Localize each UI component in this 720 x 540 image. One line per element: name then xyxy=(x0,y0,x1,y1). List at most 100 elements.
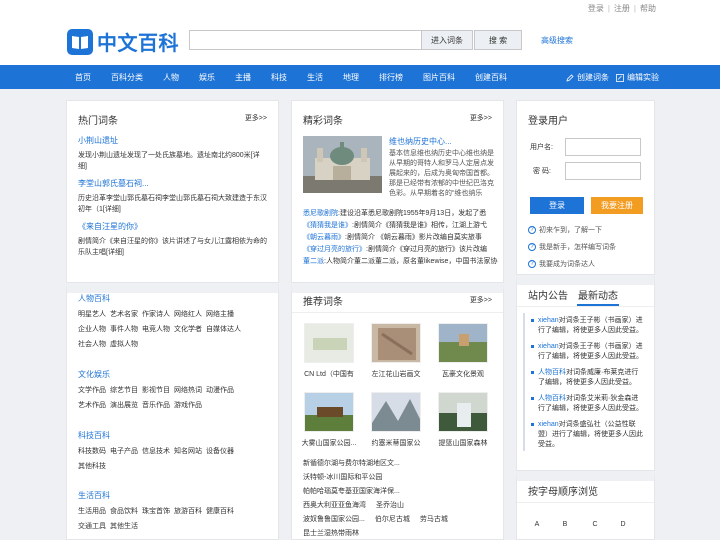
letter-d[interactable]: D xyxy=(615,518,631,532)
nav-streamers[interactable]: 主播 xyxy=(235,72,251,83)
category-tag[interactable]: 科技数码 xyxy=(78,448,106,455)
nav-life[interactable]: 生活 xyxy=(307,72,323,83)
featured-more-link[interactable]: 更多>> xyxy=(470,113,492,123)
recommend-link[interactable]: 波奴鲁鲁国家公园... xyxy=(303,516,365,523)
category-tag[interactable]: 食品饮料 xyxy=(110,508,138,515)
category-tag[interactable]: 游戏作品 xyxy=(174,402,202,409)
notice-user[interactable]: xiehan xyxy=(538,343,559,350)
nav-rankings[interactable]: 排行榜 xyxy=(379,72,403,83)
recommend-more-link[interactable]: 更多>> xyxy=(470,295,492,305)
category-tag[interactable]: 音乐作品 xyxy=(142,402,170,409)
edit-lab-link[interactable]: 编辑实验 xyxy=(616,72,659,83)
recommend-cell[interactable]: 左江花山岩画文 xyxy=(365,323,427,379)
featured-line-key[interactable]: 《朝云暮雨》 xyxy=(303,234,345,241)
featured-line-key[interactable]: 悉尼歌剧院 xyxy=(303,210,338,217)
search-button[interactable]: 搜 索 xyxy=(474,30,522,50)
featured-image[interactable] xyxy=(303,136,382,193)
notice-user[interactable]: xiehan xyxy=(538,421,559,428)
category-tag[interactable]: 网络热词 xyxy=(174,387,202,394)
category-tag[interactable]: 电子产品 xyxy=(110,448,138,455)
hot-item-title[interactable]: 小荆山遗址 xyxy=(78,136,118,145)
login-link[interactable]: 登录 xyxy=(588,4,604,13)
help-link-intro[interactable]: ? 初来乍到，了解一下 xyxy=(528,225,602,235)
recommend-link[interactable]: 昆士兰湿热带雨林 xyxy=(303,530,359,537)
category-tag[interactable]: 其他生活 xyxy=(110,523,138,530)
notice-user[interactable]: xiehan xyxy=(538,317,559,324)
nav-create-wiki[interactable]: 创建百科 xyxy=(475,72,507,83)
password-input[interactable] xyxy=(565,162,641,180)
category-tag[interactable]: 动漫作品 xyxy=(206,387,234,394)
featured-line-key[interactable]: 董二派 xyxy=(303,258,324,265)
recommend-cell[interactable]: 约塞米蒂国家公 xyxy=(365,392,427,448)
category-tag[interactable]: 明星艺人 xyxy=(78,311,106,318)
tab-latest[interactable]: 最新动态 xyxy=(578,291,618,302)
notice-user[interactable]: 人物百科 xyxy=(538,395,566,402)
category-tag[interactable]: 企业人物 xyxy=(78,326,106,333)
notice-user[interactable]: 人物百科 xyxy=(538,369,566,376)
featured-main-title[interactable]: 维也纳历史中心... xyxy=(389,136,452,147)
category-heading[interactable]: 人物百科 xyxy=(78,293,110,304)
category-tag[interactable]: 综艺节目 xyxy=(110,387,138,394)
nav-geography[interactable]: 地理 xyxy=(343,72,359,83)
category-tag[interactable]: 知名网站 xyxy=(174,448,202,455)
recommend-link[interactable]: 沃特顿-冰川国际和平公园 xyxy=(303,474,382,481)
create-entry-link[interactable]: 创建词条 xyxy=(566,72,609,83)
help-link-newbie[interactable]: ? 我是新手，怎样编写词条 xyxy=(528,242,616,252)
category-tag[interactable]: 网络红人 xyxy=(174,311,202,318)
category-tag[interactable]: 珠宝首饰 xyxy=(142,508,170,515)
category-tag[interactable]: 旅游百科 xyxy=(174,508,202,515)
tab-announcements[interactable]: 站内公告 xyxy=(528,291,568,302)
help-link[interactable]: 帮助 xyxy=(640,4,656,13)
letter-a[interactable]: A xyxy=(529,518,545,532)
category-tag[interactable]: 作家诗人 xyxy=(142,311,170,318)
login-button[interactable]: 登录 xyxy=(530,197,584,214)
letter-c[interactable]: C xyxy=(587,518,603,532)
recommend-cell[interactable]: 提篮山国家森林 xyxy=(432,392,494,448)
category-heading[interactable]: 文化娱乐 xyxy=(78,369,110,380)
enter-entry-button[interactable]: 进入词条 xyxy=(421,30,473,50)
recommend-link[interactable]: 圣乔治山 xyxy=(376,502,404,509)
recommend-cell[interactable]: 瓦豪文化景观 xyxy=(432,323,494,379)
recommend-cell[interactable]: CN Ltd（中国有 xyxy=(298,323,360,379)
featured-line-key[interactable]: 《猜猜我是谁》 xyxy=(303,222,352,229)
category-tag[interactable]: 艺术作品 xyxy=(78,402,106,409)
nav-tech[interactable]: 科技 xyxy=(271,72,287,83)
category-tag[interactable]: 事件人物 xyxy=(110,326,138,333)
category-tag[interactable]: 演出展览 xyxy=(110,402,138,409)
recommend-link[interactable]: 劳马古城 xyxy=(420,516,448,523)
category-tag[interactable]: 其他科技 xyxy=(78,463,106,470)
hot-more-link[interactable]: 更多>> xyxy=(245,113,267,123)
category-tag[interactable]: 设备仪器 xyxy=(206,448,234,455)
username-input[interactable] xyxy=(565,138,641,156)
category-tag[interactable]: 自媒体达人 xyxy=(206,326,241,333)
category-tag[interactable]: 虚拟人物 xyxy=(110,341,138,348)
hot-item-title[interactable]: 《来自汪星的你》 xyxy=(78,222,142,231)
category-tag[interactable]: 信息技术 xyxy=(142,448,170,455)
recommend-link[interactable]: 西奥大利亚亚鱼海湾 xyxy=(303,502,366,509)
nav-entertainment[interactable]: 娱乐 xyxy=(199,72,215,83)
category-heading[interactable]: 生活百科 xyxy=(78,490,110,501)
category-tag[interactable]: 社会人物 xyxy=(78,341,106,348)
nav-people[interactable]: 人物 xyxy=(163,72,179,83)
category-tag[interactable]: 健康百科 xyxy=(206,508,234,515)
category-tag[interactable]: 网络主播 xyxy=(206,311,234,318)
register-button[interactable]: 我要注册 xyxy=(591,197,643,214)
category-tag[interactable]: 电竞人物 xyxy=(142,326,170,333)
category-tag[interactable]: 影视节目 xyxy=(142,387,170,394)
recommend-link[interactable]: 帕帕哈瑙莫夸基亚国家海洋保... xyxy=(303,488,400,495)
recommend-link[interactable]: 新循德尔湖与费尔特湖地区文... xyxy=(303,460,400,467)
category-heading[interactable]: 科技百科 xyxy=(78,430,110,441)
category-tag[interactable]: 交通工具 xyxy=(78,523,106,530)
scrollbar[interactable] xyxy=(523,313,525,451)
category-tag[interactable]: 生活用品 xyxy=(78,508,106,515)
category-tag[interactable]: 文化学者 xyxy=(174,326,202,333)
register-link[interactable]: 注册 xyxy=(614,4,630,13)
letter-b[interactable]: B xyxy=(557,518,573,532)
nav-image-wiki[interactable]: 图片百科 xyxy=(423,72,455,83)
search-input[interactable] xyxy=(189,30,422,50)
nav-home[interactable]: 首页 xyxy=(75,72,91,83)
featured-line-key[interactable]: 《穿过月亮的旅行》 xyxy=(303,246,366,253)
help-link-expert[interactable]: ? 我要成为词条达人 xyxy=(528,259,595,269)
recommend-link[interactable]: 伯尔尼古城 xyxy=(375,516,410,523)
advanced-search-link[interactable]: 高级搜索 xyxy=(541,35,573,46)
